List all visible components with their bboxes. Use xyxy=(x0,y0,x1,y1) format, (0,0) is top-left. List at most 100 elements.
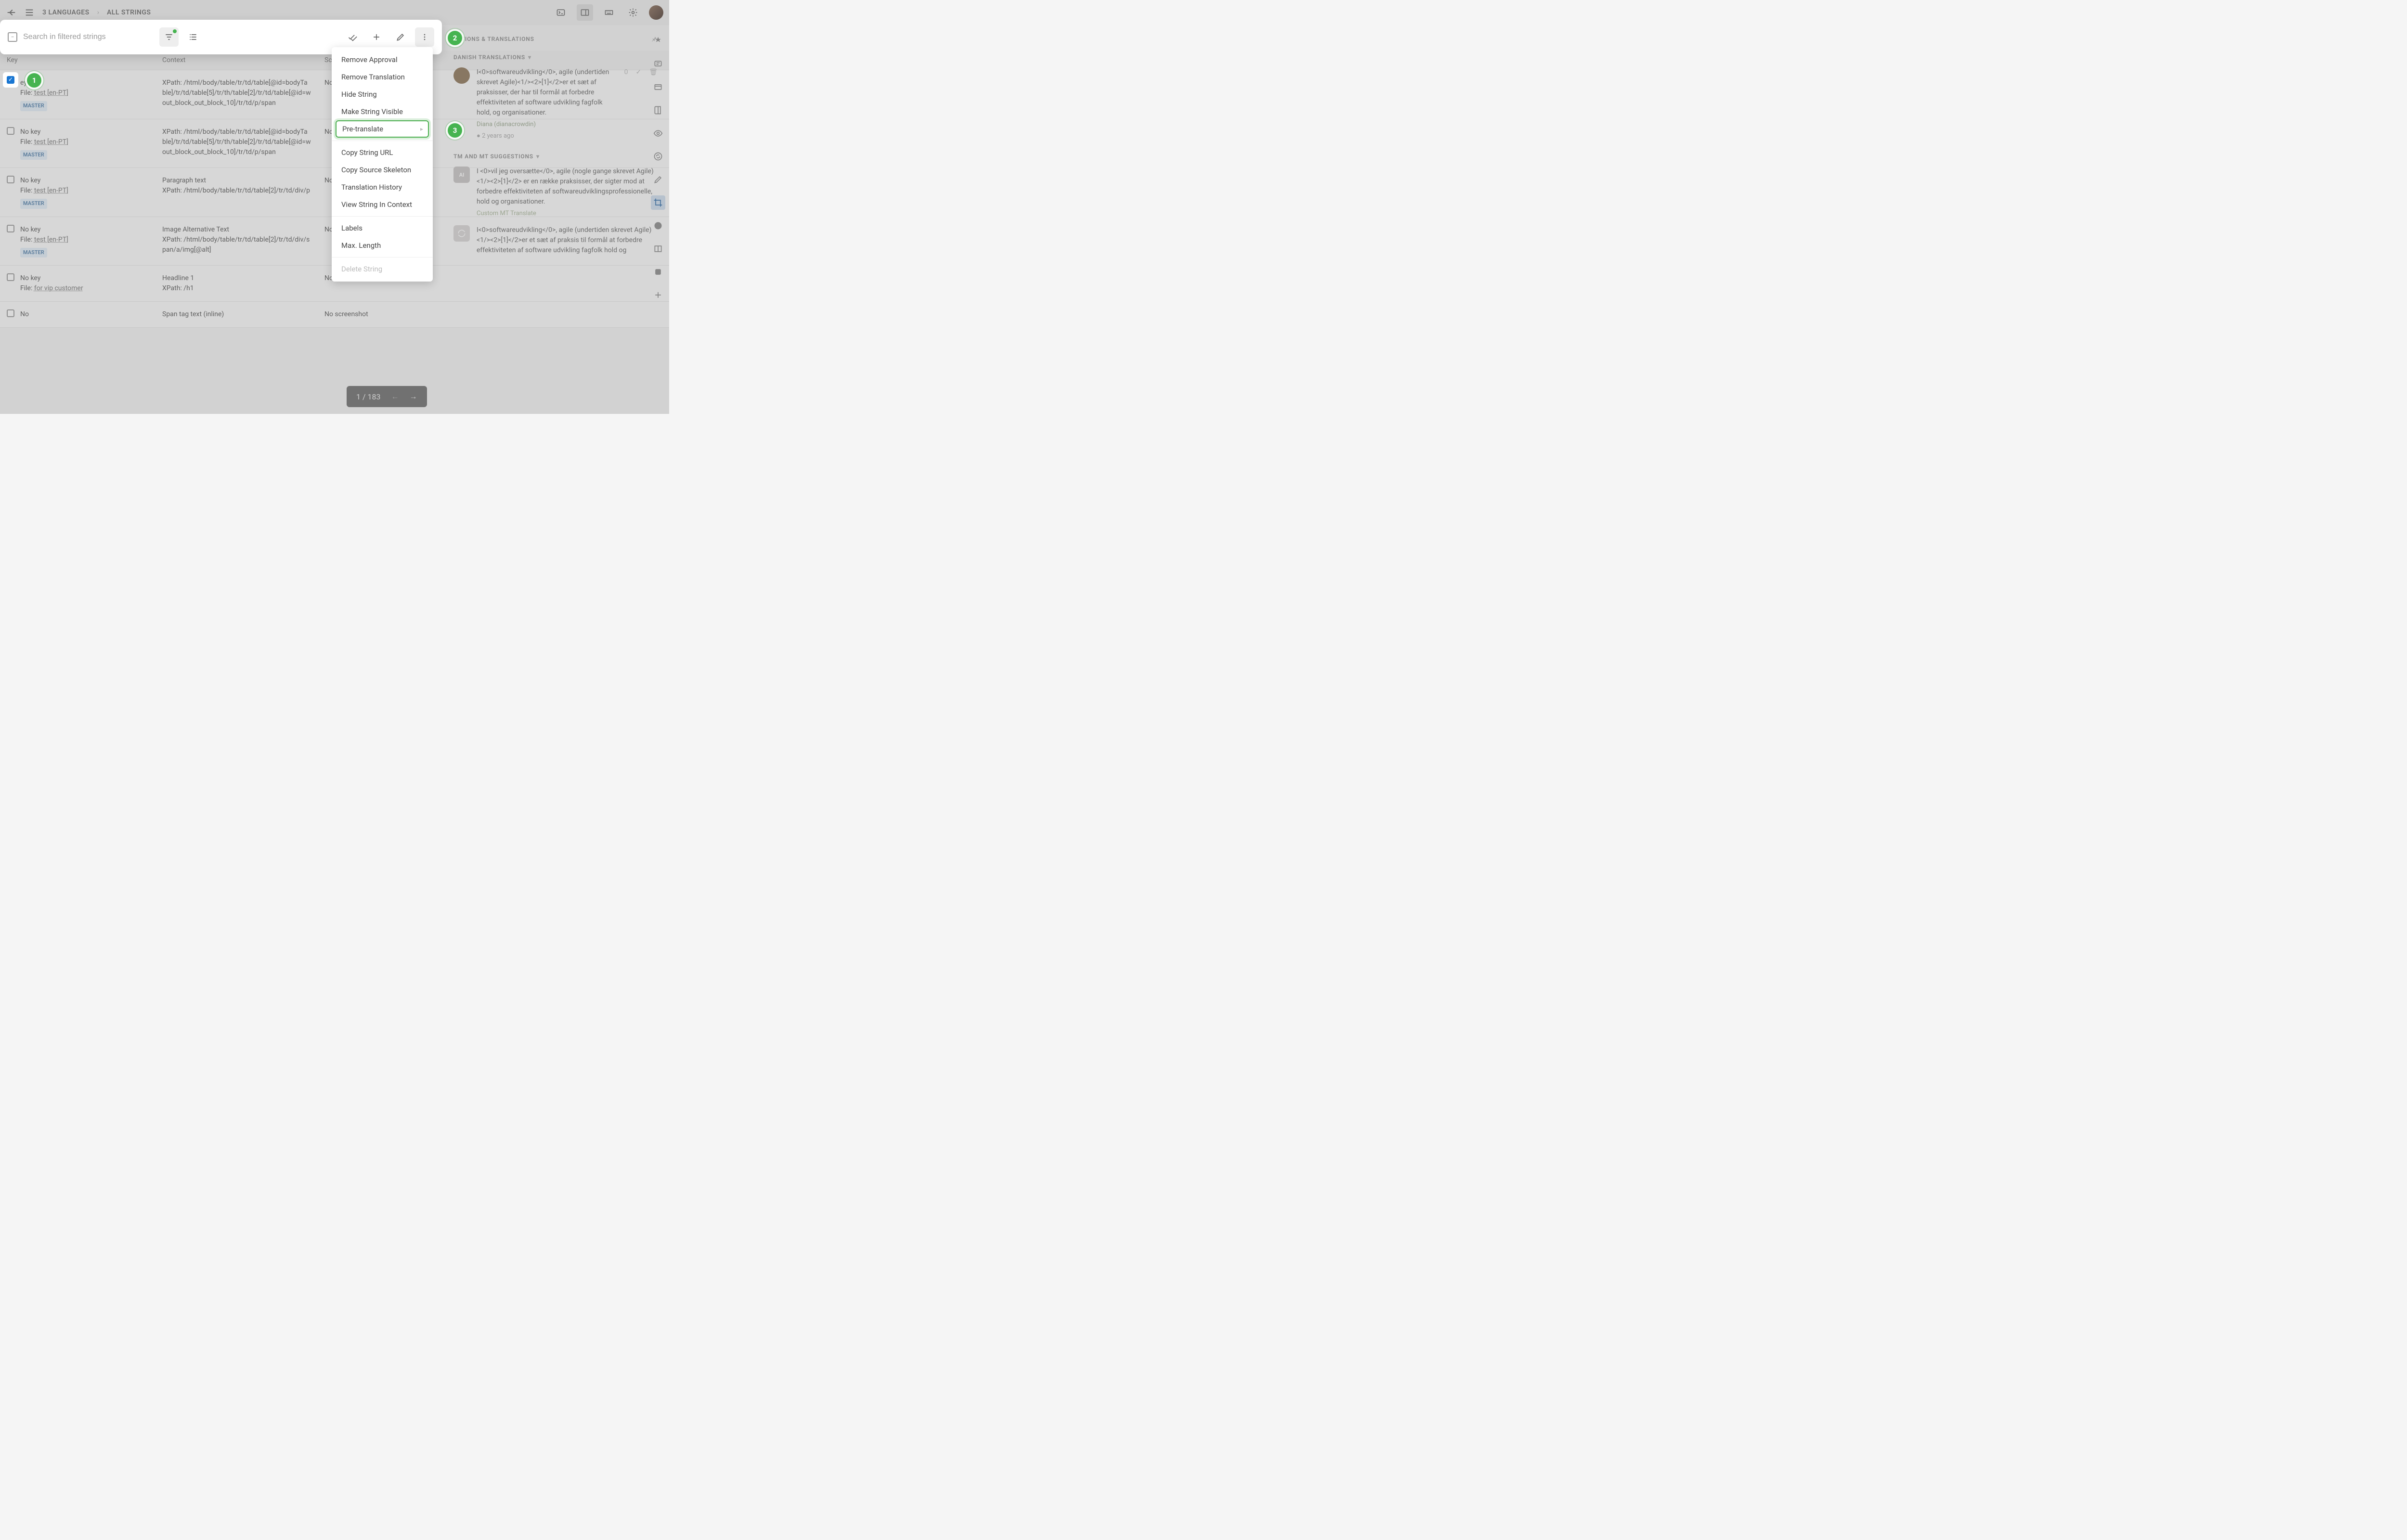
breadcrumb-languages[interactable]: 3 LANGUAGES xyxy=(42,9,90,16)
eye-icon[interactable] xyxy=(651,126,665,141)
pager-label: 1 / 183 xyxy=(356,392,381,401)
file-link[interactable]: test [en-PT] xyxy=(34,89,68,97)
file-link[interactable]: test [en-PT] xyxy=(34,236,68,244)
row-4-checkbox[interactable] xyxy=(7,273,14,281)
translation-entry-1[interactable]: I<0>softwareudvikling</0>, agile (undert… xyxy=(453,67,658,141)
menu-make-visible[interactable]: Make String Visible xyxy=(332,103,433,120)
row-2-context: Paragraph text XPath: /html/body/table/t… xyxy=(155,168,318,217)
side-toolbar xyxy=(647,27,669,302)
row-0-checkbox-checked[interactable] xyxy=(7,76,14,84)
row-2-checkbox[interactable] xyxy=(7,176,14,183)
menu-labels[interactable]: Labels xyxy=(332,219,433,237)
ai-badge-icon: AI xyxy=(453,167,470,183)
list-view-icon[interactable] xyxy=(183,27,203,47)
chat-icon[interactable] xyxy=(651,218,665,233)
menu-remove-approval[interactable]: Remove Approval xyxy=(332,51,433,68)
breadcrumb-allstrings[interactable]: ALL STRINGS xyxy=(107,9,151,16)
collapse-all-icon[interactable]: − xyxy=(8,32,17,42)
terminal-icon[interactable] xyxy=(553,4,569,21)
row-1-checkbox[interactable] xyxy=(7,127,14,135)
danish-title[interactable]: DANISH TRANSLATIONS xyxy=(453,54,525,61)
row-1-context: XPath: /html/body/table/tr/td/table[@id=… xyxy=(155,119,318,168)
back-icon[interactable] xyxy=(6,7,16,18)
layout-split-icon[interactable] xyxy=(577,4,593,21)
callout-1: 1 xyxy=(27,73,41,88)
menu-max-length[interactable]: Max. Length xyxy=(332,237,433,254)
row-key-text: No key xyxy=(20,225,68,235)
row-0-checkbox-highlight[interactable] xyxy=(3,72,18,88)
row-4-key[interactable]: No key File: for vip customer xyxy=(0,266,155,302)
row-5-key[interactable]: No xyxy=(0,302,155,328)
menu-copy-url[interactable]: Copy String URL xyxy=(332,144,433,161)
card-icon[interactable] xyxy=(651,80,665,94)
row-3-checkbox[interactable] xyxy=(7,225,14,232)
pager-prev-icon[interactable]: ← xyxy=(391,392,399,401)
gear-icon[interactable] xyxy=(625,4,641,21)
row-3-context: Image Alternative Text XPath: /html/body… xyxy=(155,217,318,266)
plus-icon[interactable] xyxy=(651,288,665,302)
row-4-context: Headline 1 XPath: /h1 xyxy=(155,266,318,302)
row-2-key[interactable]: No key File: test [en-PT] MASTER xyxy=(0,168,155,217)
callout-3: 3 xyxy=(448,123,462,138)
edit-icon[interactable] xyxy=(391,27,410,47)
menu-pre-translate-label: Pre-translate xyxy=(342,125,383,133)
search-input[interactable] xyxy=(22,32,155,42)
crop-icon[interactable] xyxy=(651,195,665,210)
filter-active-dot-icon xyxy=(173,29,177,33)
menu-copy-skeleton[interactable]: Copy Source Skeleton xyxy=(332,161,433,179)
chevron-right-icon: › xyxy=(97,9,99,16)
row-key-text: No key xyxy=(20,176,68,186)
ai-icon[interactable] xyxy=(651,265,665,279)
row-3-key[interactable]: No key File: test [en-PT] MASTER xyxy=(0,217,155,266)
avatar[interactable] xyxy=(649,5,663,20)
row-key-text: No key xyxy=(20,127,68,137)
callout-2: 2 xyxy=(448,31,462,45)
chevron-down-icon[interactable]: ▾ xyxy=(528,54,531,61)
book-icon[interactable] xyxy=(651,103,665,117)
entry-text: I<0>softwareudvikling</0>, agile (undert… xyxy=(477,225,658,256)
file-label: File: xyxy=(20,236,32,244)
pen-icon[interactable] xyxy=(651,172,665,187)
keyboard-icon[interactable] xyxy=(601,4,617,21)
file-label: File: xyxy=(20,187,32,194)
avatar xyxy=(453,67,470,84)
row-0-key[interactable]: ey File: test [en-PT] MASTER xyxy=(0,70,155,119)
file-link[interactable]: test [en-PT] xyxy=(34,187,68,194)
row-key-text: No key xyxy=(20,273,83,283)
approve-all-icon[interactable] xyxy=(343,27,362,47)
translate-icon[interactable] xyxy=(651,34,665,48)
file-label: File: xyxy=(20,89,32,97)
menu-history[interactable]: Translation History xyxy=(332,179,433,196)
pager-next-icon[interactable]: → xyxy=(410,392,417,401)
row-1-key[interactable]: No key File: test [en-PT] MASTER xyxy=(0,119,155,168)
entry-source: Custom MT Translate xyxy=(477,209,658,218)
menu-hide-string[interactable]: Hide String xyxy=(332,86,433,103)
menu-pre-translate[interactable]: Pre-translate ▸ xyxy=(336,120,429,138)
chevron-down-icon[interactable]: ▾ xyxy=(536,153,540,160)
row-5-context: Span tag text (inline) xyxy=(155,302,318,328)
row-5-checkbox[interactable] xyxy=(7,309,14,317)
row-0-context: XPath: /html/body/table/tr/td/table[@id=… xyxy=(155,70,318,119)
hamburger-icon[interactable] xyxy=(24,7,35,18)
master-badge: MASTER xyxy=(20,199,47,209)
context-menu: Remove Approval Remove Translation Hide … xyxy=(332,47,433,282)
add-icon[interactable] xyxy=(367,27,386,47)
menu-delete[interactable]: Delete String xyxy=(332,260,433,278)
translation-entry-3[interactable]: I<0>softwareudvikling</0>, agile (undert… xyxy=(453,225,658,256)
file-label: File: xyxy=(20,284,32,292)
master-badge: MASTER xyxy=(20,150,47,160)
sync-icon[interactable] xyxy=(651,149,665,164)
file-link[interactable]: test [en-PT] xyxy=(34,138,68,146)
translation-entry-2[interactable]: AI I <0>vil jeg oversætte</0>, agile (no… xyxy=(453,167,658,218)
menu-view-context[interactable]: View String In Context xyxy=(332,196,433,213)
filter-icon[interactable] xyxy=(159,27,179,47)
menu-remove-translation[interactable]: Remove Translation xyxy=(332,68,433,86)
file-link[interactable]: for vip customer xyxy=(34,284,83,292)
row-5-shot: No screenshot xyxy=(318,302,442,328)
columns-icon[interactable] xyxy=(651,242,665,256)
tm-title[interactable]: TM AND MT SUGGESTIONS xyxy=(453,153,533,160)
more-icon[interactable] xyxy=(415,27,434,47)
approve-icon[interactable]: ✓ xyxy=(635,68,641,76)
suggestions-title: ESTIONS & TRANSLATIONS xyxy=(453,36,534,42)
comment-icon[interactable] xyxy=(651,57,665,71)
